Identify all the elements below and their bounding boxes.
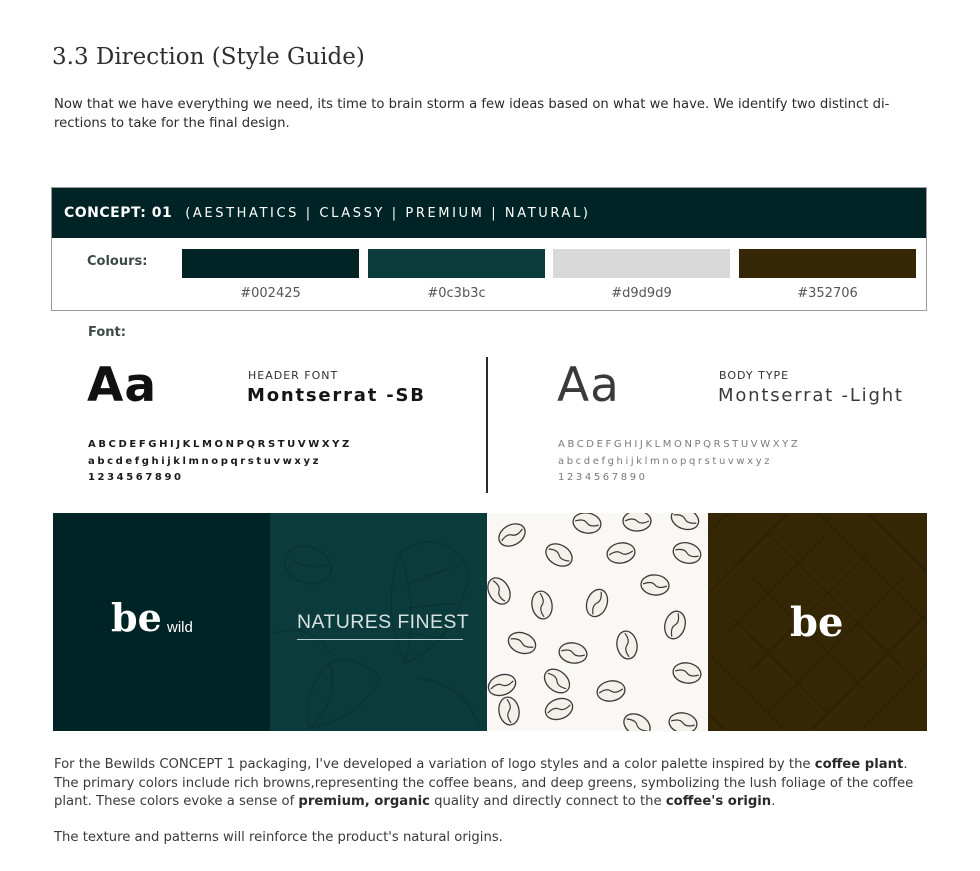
body-font-sample: Aa <box>557 358 620 413</box>
header-font-name: Montserrat -SB <box>247 385 426 406</box>
colour-hex-label: #002425 <box>240 286 301 301</box>
colour-swatch <box>368 249 545 278</box>
colour-swatch <box>182 249 359 278</box>
description-text: . <box>771 794 776 809</box>
be-logo-mark: be <box>111 595 162 640</box>
concept-palette-card: CONCEPT: 01 (AESTHATICS | CLASSY | PREMI… <box>51 187 927 311</box>
colour-swatch <box>739 249 916 278</box>
font-divider <box>486 357 488 493</box>
coffee-bean-icon <box>606 542 636 564</box>
natures-finest-text: NATURES FINEST <box>297 611 470 633</box>
description-text: For the Bewilds CONCEPT 1 packaging, I'v… <box>54 757 815 772</box>
emphasis-premium-organic: premium, organic <box>298 794 430 809</box>
coffee-bean-icon <box>531 590 553 620</box>
coffee-bean-icon <box>664 610 686 640</box>
colour-swatch <box>553 249 730 278</box>
concept-number: CONCEPT: 01 <box>64 205 173 221</box>
colours-label: Colours: <box>87 254 148 269</box>
header-font-digits: 1234567890 <box>88 472 184 483</box>
natures-finest-tile: NATURES FINEST <box>270 513 487 731</box>
natures-underline <box>297 639 463 640</box>
body-font-uppercase: ABCDEFGHIJKLMONPQRSTUVWXYZ <box>558 439 801 450</box>
header-font-kind: HEADER FONT <box>248 369 339 382</box>
coffee-bean-icon <box>543 668 571 694</box>
intro-paragraph: Now that we have everything we need, its… <box>54 97 890 131</box>
header-font-uppercase: ABCDEFGHIJKLMONPQRSTUVWXYZ <box>88 439 352 450</box>
coffee-bean-icon <box>487 577 511 605</box>
header-font-glyphs: ABCDEFGHIJKLMONPQRSTUVWXYZ abcdefghijklm… <box>88 437 352 487</box>
concept-description: For the Bewilds CONCEPT 1 packaging, I'v… <box>54 756 934 812</box>
colour-hex-label: #d9d9d9 <box>611 286 672 301</box>
coffee-bean-icon <box>596 680 626 702</box>
coffee-bean-icon <box>498 523 526 547</box>
concept-header: CONCEPT: 01 (AESTHATICS | CLASSY | PREMI… <box>52 188 926 238</box>
body-font-name: Montserrat -Light <box>718 385 904 406</box>
be-logo-mark: be <box>790 599 844 646</box>
coffee-bean-icon <box>623 713 651 731</box>
body-font-lowercase: abcdefghijklmnopqrstuvwxyz <box>558 455 773 467</box>
wild-wordmark: wild <box>167 619 193 636</box>
coffee-bean-icon <box>616 630 638 660</box>
font-label: Font: <box>88 325 126 340</box>
coffee-bean-icon <box>670 513 700 531</box>
texture-note: The texture and patterns will reinforce … <box>54 830 503 845</box>
coffee-bean-icon <box>672 662 702 684</box>
coffee-bean-icon <box>668 712 698 731</box>
description-text: quality and directly connect to the <box>429 794 666 809</box>
coffee-bean-icon <box>545 543 573 567</box>
header-font-lowercase: abcdefghijklmnopqrstuvwxyz <box>88 455 321 467</box>
emphasis-coffee-origin: coffee's origin <box>665 794 772 809</box>
coffee-bean-icon <box>507 631 537 655</box>
emphasis-coffee-plant: coffee plant <box>814 757 904 772</box>
coffee-bean-icon <box>558 642 588 664</box>
coffee-bean-icon <box>487 673 517 697</box>
coffee-bean-icon <box>572 513 602 534</box>
logo-tile-be-brown: be <box>708 513 927 731</box>
coffee-bean-pattern-tile <box>487 513 708 731</box>
coffee-bean-pattern <box>487 513 702 731</box>
colour-hex-label: #352706 <box>797 286 858 301</box>
coffee-bean-icon <box>498 696 520 726</box>
coffee-bean-icon <box>640 574 670 596</box>
colour-hex-label: #0c3b3c <box>427 286 486 301</box>
coffee-bean-icon <box>544 697 574 721</box>
coffee-bean-icon <box>672 542 702 564</box>
coffee-bean-icon <box>585 588 609 618</box>
body-font-glyphs: ABCDEFGHIJKLMONPQRSTUVWXYZ abcdefghijklm… <box>558 437 800 487</box>
concept-tags: (AESTHATICS | CLASSY | PREMIUM | NATURAL… <box>185 205 591 221</box>
body-font-kind: BODY TYPE <box>719 369 790 382</box>
coffee-bean-icon <box>622 513 652 532</box>
logo-tile-bewild: be wild <box>53 513 270 731</box>
header-font-sample: Aa <box>87 358 158 413</box>
page-title: 3.3 Direction (Style Guide) <box>52 44 365 70</box>
body-font-digits: 1234567890 <box>558 472 648 483</box>
